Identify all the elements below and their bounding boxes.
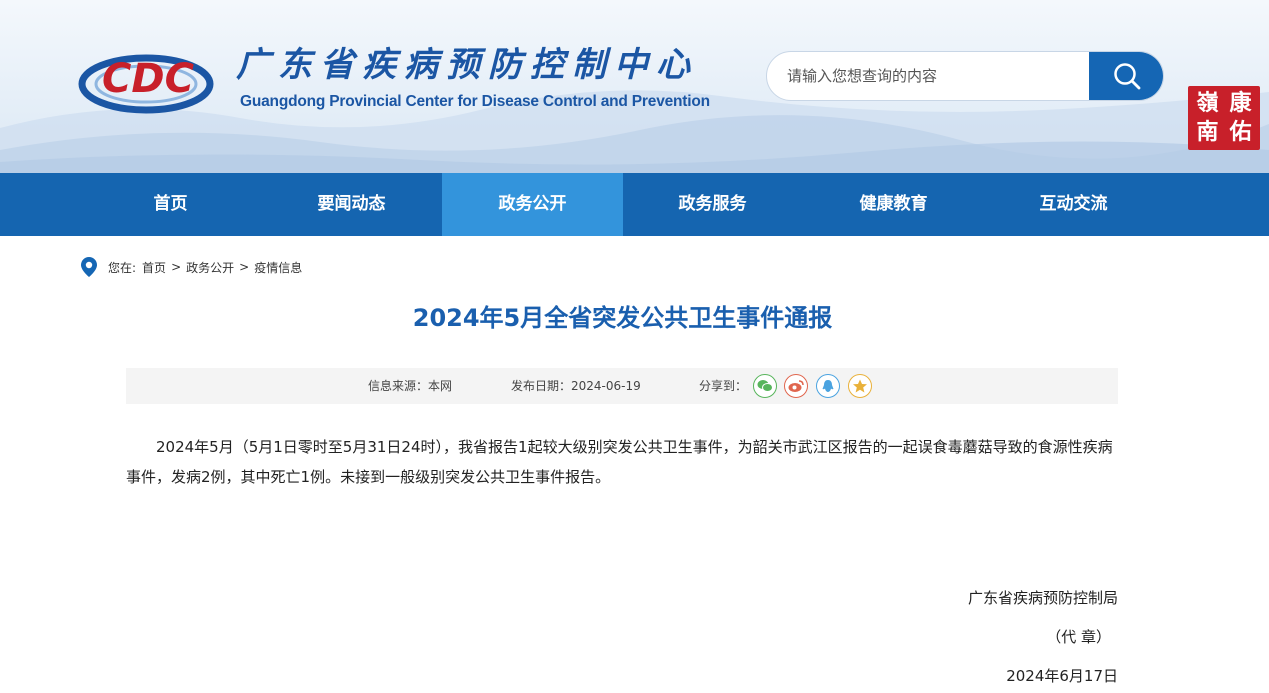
signature-date: 2024年6月17日 xyxy=(1006,667,1118,685)
search-box xyxy=(766,51,1164,101)
main-nav: 首页 要闻动态 政务公开 政务服务 健康教育 互动交流 xyxy=(0,173,1269,236)
site-header: CDC 广东省疾病预防控制中心 Guangdong Provincial Cen… xyxy=(0,0,1269,173)
weibo-share-button[interactable] xyxy=(784,374,808,398)
article-paragraph: 2024年5月（5月1日零时至5月31日24时），我省报告1起较大级别突发公共卫… xyxy=(126,438,1113,486)
qq-share-button[interactable] xyxy=(816,374,840,398)
nav-item-home[interactable]: 首页 xyxy=(80,173,261,236)
search-input[interactable] xyxy=(767,52,1089,100)
nav-item-government-affairs[interactable]: 政务公开 xyxy=(442,173,623,236)
search-button[interactable] xyxy=(1089,52,1163,100)
article-title: 2024年5月全省突发公共卫生事件通报 xyxy=(412,304,833,332)
article-body: 2024年5月（5月1日零时至5月31日24时），我省报告1起较大级别突发公共卫… xyxy=(126,432,1118,492)
seal-char: 南 xyxy=(1196,119,1219,145)
location-pin-icon xyxy=(81,257,97,277)
cdc-logo[interactable]: CDC xyxy=(78,40,218,116)
wechat-share-button[interactable] xyxy=(753,374,777,398)
wechat-icon xyxy=(757,380,773,392)
qq-icon xyxy=(822,379,834,392)
date-label: 发布日期： xyxy=(511,379,572,393)
signature-seal-note: （代 章） xyxy=(1046,628,1111,646)
star-icon xyxy=(853,379,867,393)
site-title-chinese: 广东省疾病预防控制中心 xyxy=(236,45,698,85)
nav-item-health-education[interactable]: 健康教育 xyxy=(803,173,984,236)
date-value: 2024-06-19 xyxy=(571,379,641,393)
nav-item-interaction[interactable]: 互动交流 xyxy=(983,173,1164,236)
cdc-logo-icon: CDC xyxy=(78,54,214,114)
signature-organization: 广东省疾病预防控制局 xyxy=(967,589,1118,607)
breadcrumb: 您在: 首页 > 政务公开 > 疫情信息 xyxy=(80,256,302,278)
article-meta-bar: 信息来源：本网 发布日期：2024-06-19 分享到： xyxy=(126,368,1118,404)
nav-item-government-services[interactable]: 政务服务 xyxy=(622,173,803,236)
seal-char: 康 xyxy=(1229,90,1252,116)
site-title-english: Guangdong Provincial Center for Disease … xyxy=(240,93,710,110)
weibo-icon xyxy=(788,380,804,392)
share-label: 分享到： xyxy=(699,379,748,393)
breadcrumb-epidemic-link[interactable]: 疫情信息 xyxy=(254,259,302,276)
breadcrumb-government-link[interactable]: 政务公开 xyxy=(186,259,234,276)
breadcrumb-separator: > xyxy=(239,260,250,274)
lingnan-seal-logo: 嶺 康 南 佑 xyxy=(1188,86,1260,150)
logo-text: CDC xyxy=(102,56,194,102)
breadcrumb-prefix: 您在: xyxy=(108,260,137,275)
source-label: 信息来源： xyxy=(368,379,429,393)
breadcrumb-home-link[interactable]: 首页 xyxy=(142,259,166,276)
search-icon xyxy=(1114,63,1141,90)
article-date: 发布日期：2024-06-19 xyxy=(511,368,641,404)
seal-char: 嶺 xyxy=(1196,90,1219,116)
breadcrumb-separator: > xyxy=(171,260,182,274)
source-value: 本网 xyxy=(428,379,453,393)
article-source: 信息来源：本网 xyxy=(368,368,452,404)
nav-item-news[interactable]: 要闻动态 xyxy=(261,173,442,236)
favorite-share-button[interactable] xyxy=(848,374,872,398)
seal-char: 佑 xyxy=(1229,119,1252,145)
